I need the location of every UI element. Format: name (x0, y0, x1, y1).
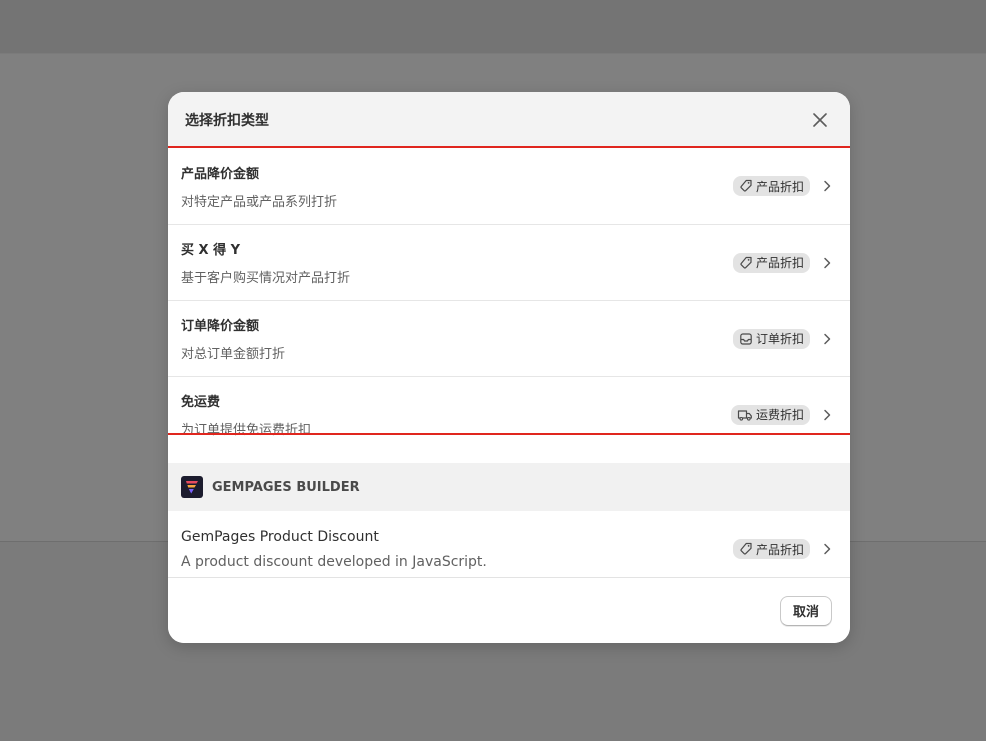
option-description: 为订单提供免运费折扣 (181, 423, 312, 438)
chevron-right-icon (824, 257, 831, 268)
option-right: 运费折扣 (730, 404, 832, 425)
tag-icon (740, 542, 752, 555)
option-right: 产品折扣 (732, 539, 832, 559)
product-discount-badge: 产品折扣 (732, 252, 810, 273)
app-section-header: GEMPAGES BUILDER (168, 463, 850, 511)
background-top-bar (0, 0, 986, 53)
close-button[interactable] (808, 108, 832, 132)
option-text: 买 X 得 Y 基于客户购买情况对产品打折 (181, 239, 350, 286)
option-gempages-product-discount[interactable]: GemPages Product Discount A product disc… (168, 511, 850, 587)
chevron-right-icon (824, 333, 831, 344)
option-text: GemPages Product Discount A product disc… (181, 529, 487, 570)
option-description: A product discount developed in JavaScri… (181, 553, 487, 570)
option-description: 基于客户购买情况对产品打折 (181, 271, 351, 286)
option-right: 产品折扣 (732, 176, 832, 196)
truck-icon (737, 409, 752, 421)
order-discount-badge: 订单折扣 (732, 328, 810, 349)
badge-label: 运费折扣 (755, 408, 804, 422)
option-right: 产品折扣 (732, 252, 832, 273)
product-discount-badge: 产品折扣 (732, 176, 810, 196)
discount-options-list: 产品降价金额 对特定产品或产品系列打折 产品折扣 买 X 得 Y 基于客户购买情… (168, 146, 850, 452)
dialog-footer: 取消 (168, 577, 850, 643)
close-icon (813, 113, 827, 127)
dialog-header: 选择折扣类型 (168, 92, 850, 148)
dialog-title: 选择折扣类型 (185, 113, 269, 129)
option-amount-off-products[interactable]: 产品降价金额 对特定产品或产品系列打折 产品折扣 (168, 148, 850, 224)
receipt-icon (740, 332, 752, 345)
option-text: 产品降价金额 对特定产品或产品系列打折 (181, 163, 337, 210)
option-amount-off-order[interactable]: 订单降价金额 对总订单金额打折 订单折扣 (168, 300, 850, 376)
chevron-right-icon (824, 180, 831, 192)
product-discount-badge: 产品折扣 (732, 539, 810, 559)
option-buy-x-get-y[interactable]: 买 X 得 Y 基于客户购买情况对产品打折 产品折扣 (168, 224, 850, 300)
option-text: 免运费 为订单提供免运费折扣 (181, 391, 311, 438)
option-title: GemPages Product Discount (181, 528, 379, 545)
badge-label: 产品折扣 (755, 542, 804, 557)
option-free-shipping[interactable]: 免运费 为订单提供免运费折扣 运费折扣 (168, 376, 850, 452)
tag-icon (740, 256, 752, 269)
badge-label: 产品折扣 (755, 256, 804, 270)
app-name: GEMPAGES BUILDER (212, 479, 360, 495)
chevron-right-icon (824, 409, 831, 420)
option-description: 对总订单金额打折 (181, 347, 286, 362)
option-title: 买 X 得 Y (181, 243, 241, 258)
option-title: 产品降价金额 (181, 166, 260, 182)
gempages-logo-icon (181, 476, 203, 498)
option-title: 免运费 (181, 395, 221, 410)
shipping-discount-badge: 运费折扣 (730, 404, 810, 425)
option-description: 对特定产品或产品系列打折 (181, 194, 338, 210)
badge-label: 订单折扣 (755, 332, 804, 346)
badge-label: 产品折扣 (755, 179, 804, 194)
option-title: 订单降价金额 (181, 319, 260, 334)
cancel-button[interactable]: 取消 (779, 595, 832, 626)
tag-icon (740, 179, 752, 192)
discount-type-dialog: 选择折扣类型 产品降价金额 对特定产品或产品系列打折 产品折扣 买 X 得 Y … (168, 92, 850, 643)
option-right: 订单折扣 (732, 328, 832, 349)
option-text: 订单降价金额 对总订单金额打折 (181, 315, 285, 362)
chevron-right-icon (824, 543, 831, 555)
